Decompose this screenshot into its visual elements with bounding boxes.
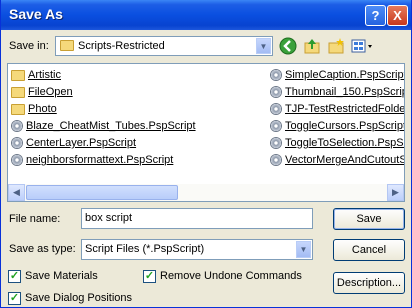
dialog-title: Save As — [9, 6, 63, 22]
list-item[interactable]: Photo — [11, 101, 57, 117]
file-name-label: File name: — [9, 213, 61, 225]
script-file-icon — [11, 137, 23, 150]
up-folder-icon[interactable] — [303, 37, 321, 55]
folder-icon — [11, 69, 25, 81]
remove-undone-checkbox[interactable]: ✓ — [143, 270, 156, 283]
save-in-value: Scripts-Restricted — [78, 40, 165, 52]
back-icon[interactable] — [279, 37, 297, 55]
save-as-type-label: Save as type: — [9, 243, 76, 255]
list-item[interactable]: Artistic — [11, 67, 61, 83]
save-dialog-positions-label: Save Dialog Positions — [25, 292, 133, 304]
script-file-icon — [270, 86, 282, 99]
save-in-combo[interactable]: Scripts-Restricted ▼ — [55, 36, 273, 56]
folder-icon — [11, 103, 25, 115]
save-as-dialog: Save As ? X Save in: Scripts-Restricted … — [0, 0, 412, 308]
script-file-icon — [270, 137, 282, 150]
list-item[interactable]: Blaze_CheatMist_Tubes.PspScript — [11, 118, 196, 134]
list-item[interactable]: TJP-TestRestrictedFolderF — [270, 101, 404, 117]
chevron-down-icon[interactable]: ▼ — [256, 38, 271, 54]
list-item[interactable]: neighborsformattext.PspScript — [11, 152, 173, 168]
help-button[interactable]: ? — [365, 5, 386, 26]
remove-undone-label: Remove Undone Commands — [160, 270, 302, 282]
script-file-icon — [270, 154, 282, 167]
folder-icon — [60, 40, 74, 51]
list-item[interactable]: FileOpen — [11, 84, 73, 100]
scroll-right-icon[interactable]: ▶ — [387, 184, 404, 201]
cancel-button[interactable]: Cancel — [333, 239, 405, 261]
file-name-value: box script — [85, 212, 133, 224]
list-item[interactable]: Thumbnail_150.PspScript — [270, 84, 404, 100]
new-folder-icon[interactable] — [327, 37, 345, 55]
save-as-type-select[interactable]: Script Files (*.PspScript) ▼ — [81, 239, 313, 260]
list-item[interactable]: SimpleCaption.PspScript — [270, 67, 404, 83]
scroll-left-icon[interactable]: ◀ — [8, 184, 25, 201]
save-dialog-positions-checkbox[interactable]: ✓ — [8, 292, 21, 305]
save-materials-checkbox[interactable]: ✓ — [8, 270, 21, 283]
scroll-thumb[interactable] — [26, 185, 178, 200]
script-file-icon — [270, 120, 282, 133]
close-button[interactable]: X — [387, 5, 408, 26]
save-in-label: Save in: — [9, 40, 49, 52]
script-file-icon — [11, 154, 23, 167]
title-bar[interactable]: Save As ? X — [1, 0, 411, 30]
file-name-input[interactable]: box script — [81, 208, 313, 229]
folder-icon — [11, 86, 25, 98]
script-file-icon — [11, 120, 23, 133]
chevron-down-icon[interactable]: ▼ — [296, 241, 311, 258]
horizontal-scrollbar[interactable]: ◀ ▶ — [8, 184, 404, 201]
description-button[interactable]: Description... — [333, 272, 405, 294]
save-button[interactable]: Save — [333, 208, 405, 230]
list-item[interactable]: CenterLayer.PspScript — [11, 135, 136, 151]
file-list[interactable]: Artistic FileOpen Photo Blaze_CheatMist_… — [7, 63, 405, 202]
list-item[interactable]: VectorMergeAndCutoutSe — [270, 152, 404, 168]
list-item[interactable]: ToggleCursors.PspScript — [270, 118, 404, 134]
list-item[interactable]: ToggleToSelection.PspScri — [270, 135, 404, 151]
script-file-icon — [270, 69, 282, 82]
script-file-icon — [270, 103, 282, 116]
save-materials-label: Save Materials — [25, 270, 98, 282]
save-as-type-value: Script Files (*.PspScript) — [85, 243, 205, 255]
view-menu-icon[interactable] — [351, 37, 375, 55]
